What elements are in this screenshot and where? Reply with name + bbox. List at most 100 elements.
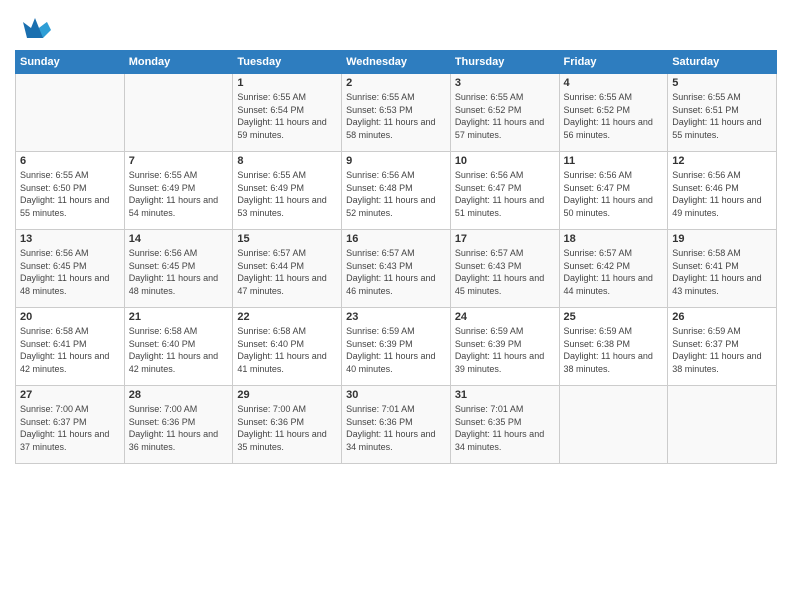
calendar-week-1: 1Sunrise: 6:55 AMSunset: 6:54 PMDaylight… [16,74,777,152]
sunset-text: Sunset: 6:38 PM [564,338,664,351]
day-number: 30 [346,389,446,401]
day-info: Sunrise: 6:55 AMSunset: 6:49 PMDaylight:… [237,169,337,219]
sunrise-text: Sunrise: 6:55 AM [672,91,772,104]
day-info: Sunrise: 6:56 AMSunset: 6:45 PMDaylight:… [20,247,120,297]
day-number: 20 [20,311,120,323]
day-number: 23 [346,311,446,323]
header-friday: Friday [559,51,668,74]
calendar-cell: 18 Sunrise: 6:57 AMSunset: 6:42 PMDayligh… [559,230,668,308]
day-number: 22 [237,311,337,323]
sunset-text: Sunset: 6:40 PM [129,338,229,351]
daylight-text: Daylight: 11 hours and 42 minutes. [129,350,229,375]
day-number: 18 [564,233,664,245]
day-number: 11 [564,155,664,167]
day-number: 21 [129,311,229,323]
day-info: Sunrise: 6:58 AMSunset: 6:41 PMDaylight:… [20,325,120,375]
sunrise-text: Sunrise: 6:59 AM [672,325,772,338]
day-number: 29 [237,389,337,401]
daylight-text: Daylight: 11 hours and 34 minutes. [455,428,555,453]
calendar-cell: 17Sunrise: 6:57 AMSunset: 6:43 PMDayligh… [450,230,559,308]
calendar-cell: 23 Sunrise: 6:59 AMSunset: 6:39 PMDayligh… [342,308,451,386]
day-info: Sunrise: 6:59 AMSunset: 6:37 PMDaylight:… [672,325,772,375]
calendar-cell: 20 Sunrise: 6:58 AMSunset: 6:41 PMDayligh… [16,308,125,386]
day-info: Sunrise: 6:57 AMSunset: 6:44 PMDaylight:… [237,247,337,297]
day-info: Sunrise: 6:55 AMSunset: 6:50 PMDaylight:… [20,169,120,219]
sunrise-text: Sunrise: 6:55 AM [455,91,555,104]
day-info: Sunrise: 6:59 AMSunset: 6:39 PMDaylight:… [455,325,555,375]
day-number: 7 [129,155,229,167]
day-info: Sunrise: 6:58 AMSunset: 6:40 PMDaylight:… [237,325,337,375]
calendar-week-4: 20 Sunrise: 6:58 AMSunset: 6:41 PMDayligh… [16,308,777,386]
sunset-text: Sunset: 6:46 PM [672,182,772,195]
day-info: Sunrise: 6:58 AMSunset: 6:40 PMDaylight:… [129,325,229,375]
header-tuesday: Tuesday [233,51,342,74]
calendar-cell: 2Sunrise: 6:55 AMSunset: 6:53 PMDaylight… [342,74,451,152]
sunrise-text: Sunrise: 6:56 AM [564,169,664,182]
day-info: Sunrise: 6:55 AMSunset: 6:52 PMDaylight:… [564,91,664,141]
sunrise-text: Sunrise: 7:01 AM [455,403,555,416]
sunrise-text: Sunrise: 6:55 AM [237,91,337,104]
day-info: Sunrise: 6:57 AMSunset: 6:42 PMDaylight:… [564,247,664,297]
daylight-text: Daylight: 11 hours and 43 minutes. [672,272,772,297]
day-info: Sunrise: 6:56 AMSunset: 6:48 PMDaylight:… [346,169,446,219]
calendar-cell [668,386,777,464]
day-number: 14 [129,233,229,245]
daylight-text: Daylight: 11 hours and 47 minutes. [237,272,337,297]
daylight-text: Daylight: 11 hours and 49 minutes. [672,194,772,219]
calendar-cell: 4Sunrise: 6:55 AMSunset: 6:52 PMDaylight… [559,74,668,152]
day-number: 6 [20,155,120,167]
sunrise-text: Sunrise: 6:59 AM [346,325,446,338]
sunset-text: Sunset: 6:52 PM [564,104,664,117]
daylight-text: Daylight: 11 hours and 44 minutes. [564,272,664,297]
calendar-week-3: 13Sunrise: 6:56 AMSunset: 6:45 PMDayligh… [16,230,777,308]
day-number: 3 [455,77,555,89]
sunset-text: Sunset: 6:42 PM [564,260,664,273]
calendar-cell: 7 Sunrise: 6:55 AMSunset: 6:49 PMDaylight… [124,152,233,230]
day-number: 1 [237,77,337,89]
sunset-text: Sunset: 6:47 PM [564,182,664,195]
calendar-cell: 28 Sunrise: 7:00 AMSunset: 6:36 PMDayligh… [124,386,233,464]
calendar-cell: 25Sunrise: 6:59 AMSunset: 6:38 PMDayligh… [559,308,668,386]
daylight-text: Daylight: 11 hours and 48 minutes. [129,272,229,297]
day-info: Sunrise: 6:56 AMSunset: 6:47 PMDaylight:… [455,169,555,219]
daylight-text: Daylight: 11 hours and 34 minutes. [346,428,446,453]
day-info: Sunrise: 7:00 AMSunset: 6:36 PMDaylight:… [129,403,229,453]
daylight-text: Daylight: 11 hours and 45 minutes. [455,272,555,297]
day-info: Sunrise: 6:57 AMSunset: 6:43 PMDaylight:… [346,247,446,297]
sunset-text: Sunset: 6:52 PM [455,104,555,117]
day-info: Sunrise: 6:56 AMSunset: 6:46 PMDaylight:… [672,169,772,219]
day-info: Sunrise: 6:55 AMSunset: 6:49 PMDaylight:… [129,169,229,219]
daylight-text: Daylight: 11 hours and 59 minutes. [237,116,337,141]
sunrise-text: Sunrise: 6:58 AM [237,325,337,338]
calendar-cell: 6 Sunrise: 6:55 AMSunset: 6:50 PMDaylight… [16,152,125,230]
sunrise-text: Sunrise: 6:57 AM [346,247,446,260]
day-number: 28 [129,389,229,401]
sunset-text: Sunset: 6:54 PM [237,104,337,117]
daylight-text: Daylight: 11 hours and 38 minutes. [564,350,664,375]
logo-icon [19,10,51,42]
page-header [15,10,777,42]
day-info: Sunrise: 6:57 AMSunset: 6:43 PMDaylight:… [455,247,555,297]
sunrise-text: Sunrise: 6:56 AM [20,247,120,260]
daylight-text: Daylight: 11 hours and 41 minutes. [237,350,337,375]
day-info: Sunrise: 6:59 AMSunset: 6:39 PMDaylight:… [346,325,446,375]
calendar-cell: 21 Sunrise: 6:58 AMSunset: 6:40 PMDayligh… [124,308,233,386]
calendar-cell: 14Sunrise: 6:56 AMSunset: 6:45 PMDayligh… [124,230,233,308]
sunset-text: Sunset: 6:37 PM [20,416,120,429]
sunrise-text: Sunrise: 7:00 AM [20,403,120,416]
calendar-cell: 24Sunrise: 6:59 AMSunset: 6:39 PMDayligh… [450,308,559,386]
day-number: 8 [237,155,337,167]
daylight-text: Daylight: 11 hours and 38 minutes. [672,350,772,375]
day-number: 9 [346,155,446,167]
daylight-text: Daylight: 11 hours and 46 minutes. [346,272,446,297]
day-info: Sunrise: 6:55 AMSunset: 6:54 PMDaylight:… [237,91,337,141]
daylight-text: Daylight: 11 hours and 56 minutes. [564,116,664,141]
daylight-text: Daylight: 11 hours and 55 minutes. [672,116,772,141]
calendar-cell [16,74,125,152]
sunset-text: Sunset: 6:49 PM [129,182,229,195]
daylight-text: Daylight: 11 hours and 42 minutes. [20,350,120,375]
calendar-cell: 26Sunrise: 6:59 AMSunset: 6:37 PMDayligh… [668,308,777,386]
calendar-cell: 5Sunrise: 6:55 AMSunset: 6:51 PMDaylight… [668,74,777,152]
calendar-cell: 27Sunrise: 7:00 AMSunset: 6:37 PMDayligh… [16,386,125,464]
day-number: 2 [346,77,446,89]
